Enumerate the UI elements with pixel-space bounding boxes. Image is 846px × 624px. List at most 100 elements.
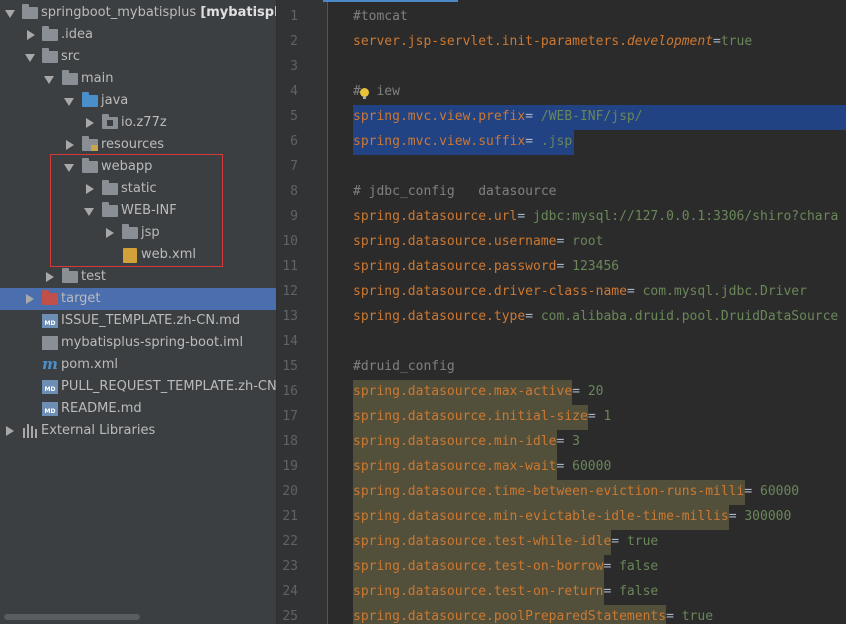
chevron-right-icon[interactable] [86, 118, 94, 128]
chevron-down-icon[interactable] [5, 10, 15, 18]
code-line[interactable]: # iew [353, 84, 400, 100]
line-number: 24 [282, 584, 298, 599]
chevron-down-icon[interactable] [25, 54, 35, 62]
code-token: = [556, 434, 573, 449]
code-token: # jdbc_config datasource [353, 184, 557, 199]
tree-item-label: java [101, 93, 129, 108]
markdown-file-icon: MD [42, 402, 58, 416]
code-line[interactable]: spring.datasource.initial-size= 1 [353, 409, 611, 425]
code-token: spring.datasource.time-between-eviction-… [353, 484, 745, 499]
code-token: = [517, 209, 534, 224]
chevron-right-icon[interactable] [6, 426, 14, 436]
tree-item-test[interactable]: test [0, 266, 276, 288]
code-token: spring.datasource.max-wait [353, 459, 557, 474]
tree-item-iml[interactable]: mybatisplus-spring-boot.iml [0, 332, 276, 354]
tree-item-main[interactable]: main [0, 68, 276, 90]
code-line[interactable]: server.jsp-servlet.init-parameters.devel… [353, 34, 752, 50]
code-line[interactable]: spring.datasource.username= root [353, 234, 603, 250]
line-number: 3 [290, 59, 298, 74]
chevron-right-icon[interactable] [46, 272, 54, 282]
line-number: 25 [282, 609, 298, 624]
line-number: 17 [282, 409, 298, 424]
code-line[interactable]: spring.datasource.type= com.alibaba.drui… [353, 309, 838, 325]
code-token: spring.datasource.password [353, 259, 557, 274]
code-line[interactable]: spring.mvc.view.prefix= /WEB-INF/jsp/ [353, 109, 643, 125]
tree-item-package[interactable]: io.z77z [0, 112, 276, 134]
tree-item-pull-request-template[interactable]: MD PULL_REQUEST_TEMPLATE.zh-CN.md [0, 376, 276, 398]
code-token: spring.datasource.max-active [353, 384, 573, 399]
line-number: 18 [282, 434, 298, 449]
code-line[interactable]: spring.datasource.max-wait= 60000 [353, 459, 611, 475]
tree-item-src[interactable]: src [0, 46, 276, 68]
code-token: development [626, 34, 714, 49]
code-token: com.alibaba.druid.pool.DruidDataSource [540, 309, 839, 324]
tree-item-project-root[interactable]: springboot_mybatisplus [mybatisplus [0, 2, 276, 24]
code-line[interactable]: spring.datasource.driver-class-name= com… [353, 284, 807, 300]
code-editor[interactable]: 1 #tomcat 2 server.jsp-servlet.init-paramet… [277, 0, 846, 624]
tree-item-label: resources [101, 137, 165, 152]
tree-item-pom[interactable]: m pom.xml [0, 354, 276, 376]
code-token: spring.datasource.poolPreparedStatements [353, 609, 667, 624]
code-token: true [626, 534, 659, 549]
line-number: 15 [282, 359, 298, 374]
code-line[interactable]: # jdbc_config datasource [353, 184, 557, 200]
code-token: spring.datasource.type [353, 309, 526, 324]
code-token: 60000 [760, 484, 800, 499]
line-number: 23 [282, 559, 298, 574]
code-token: spring.mvc.view.suffix [353, 134, 526, 149]
line-number: 7 [290, 159, 298, 174]
code-token: = [626, 284, 643, 299]
code-token: 300000 [744, 509, 792, 524]
tree-item-target[interactable]: target [0, 288, 276, 310]
tree-item-external-libraries[interactable]: External Libraries [0, 420, 276, 442]
chevron-right-icon[interactable] [66, 140, 74, 150]
line-number: 13 [282, 309, 298, 324]
code-line[interactable]: spring.datasource.poolPreparedStatements… [353, 609, 713, 624]
source-folder-icon [82, 92, 98, 107]
code-line[interactable]: spring.datasource.max-active= 20 [353, 384, 603, 400]
folder-icon [42, 26, 58, 41]
tree-item-issue-template[interactable]: MD ISSUE_TEMPLATE.zh-CN.md [0, 310, 276, 332]
tree-item-label: External Libraries [41, 423, 156, 438]
code-line[interactable]: #tomcat [353, 9, 408, 25]
code-line[interactable]: spring.datasource.min-evictable-idle-tim… [353, 509, 791, 525]
tree-item-label: README.md [61, 401, 142, 416]
code-token: spring.datasource.test-while-idle [353, 534, 612, 549]
code-line[interactable]: spring.mvc.view.suffix= .jsp [353, 134, 572, 150]
chevron-down-icon[interactable] [64, 98, 74, 106]
code-token: root [572, 234, 604, 249]
horizontal-scrollbar[interactable] [4, 614, 140, 620]
code-token: = [603, 584, 620, 599]
line-number: 20 [282, 484, 298, 499]
libraries-icon [22, 424, 38, 438]
code-token: = [572, 384, 588, 399]
tree-item-readme[interactable]: MD README.md [0, 398, 276, 420]
code-token: = [525, 309, 541, 324]
tree-item-resources[interactable]: resources [0, 134, 276, 156]
code-line[interactable]: spring.datasource.min-idle= 3 [353, 434, 580, 450]
chevron-right-icon[interactable] [27, 30, 35, 40]
code-line[interactable]: spring.datasource.url= jdbc:mysql://127.… [353, 209, 838, 225]
tree-item-label: .idea [61, 27, 93, 42]
tree-item-idea[interactable]: .idea [0, 24, 276, 46]
code-line[interactable]: spring.datasource.test-on-borrow= false [353, 559, 658, 575]
chevron-down-icon[interactable] [44, 76, 54, 84]
line-number: 14 [282, 334, 298, 349]
code-line[interactable]: spring.datasource.test-on-return= false [353, 584, 658, 600]
code-token: = [713, 34, 721, 49]
code-token: /WEB-INF/jsp/ [540, 109, 643, 124]
line-number: 6 [290, 134, 298, 149]
code-line[interactable]: spring.datasource.time-between-eviction-… [353, 484, 799, 500]
chevron-right-icon[interactable] [26, 294, 34, 304]
tree-item-java[interactable]: java [0, 90, 276, 112]
iml-file-icon [42, 336, 58, 350]
markdown-file-icon: MD [42, 380, 58, 394]
code-line[interactable]: spring.datasource.password= 123456 [353, 259, 619, 275]
code-token: 123456 [572, 259, 620, 274]
annotation-highlight-box [50, 154, 223, 267]
excluded-folder-icon [42, 290, 58, 305]
code-line[interactable]: spring.datasource.test-while-idle= true [353, 534, 658, 550]
code-line[interactable]: #druid_config [353, 359, 455, 375]
line-number: 9 [290, 209, 298, 224]
line-number: 4 [290, 84, 298, 99]
